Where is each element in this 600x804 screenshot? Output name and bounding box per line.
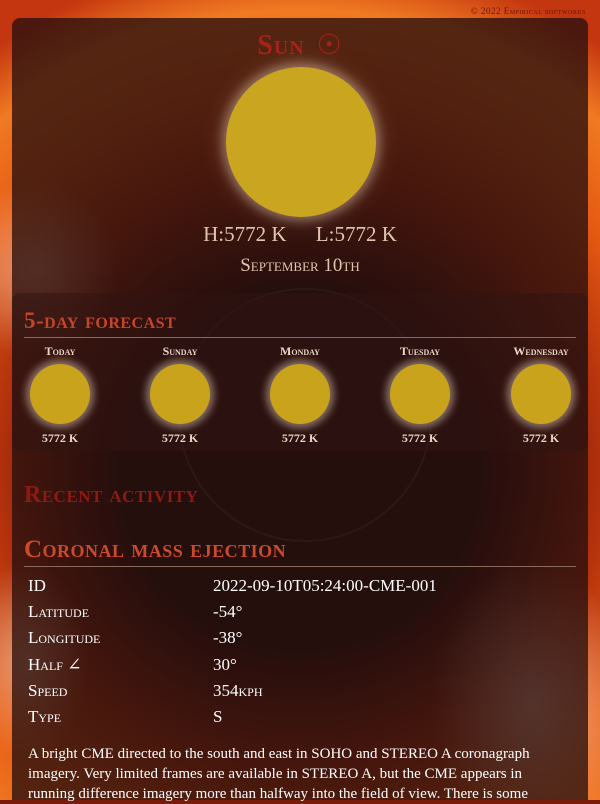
day-temperature: 5772 K — [281, 431, 319, 445]
cme-value: S — [213, 707, 223, 727]
forecast-day: Sunday 5772 K — [125, 344, 235, 446]
day-name: Monday — [280, 344, 320, 358]
cme-row-longitude: Longitude -38° — [28, 625, 568, 651]
sun-disc — [226, 67, 376, 217]
cme-key: Latitude — [28, 602, 90, 622]
sun-disc-icon — [150, 364, 210, 424]
cme-key: ID — [28, 576, 46, 596]
day-name: Sunday — [162, 344, 198, 358]
day-name: Tuesday — [399, 344, 441, 358]
day-temperature: 5772 K — [41, 431, 79, 445]
cme-value: 354kph — [213, 680, 263, 700]
forecast-divider — [24, 337, 576, 338]
sun-symbol-icon: ☉ — [316, 30, 343, 61]
forecast-title: 5-day forecast — [24, 308, 177, 333]
cme-key: Type — [28, 707, 62, 727]
sun-disc-icon — [30, 364, 90, 424]
cme-value: -54° — [213, 602, 243, 622]
cme-row-type: Type S — [28, 704, 568, 730]
recent-activity-title: Recent activity — [24, 482, 199, 508]
cme-row-half-angle: Half ∠ 30° — [28, 652, 568, 678]
cme-value: 30° — [213, 654, 237, 674]
sun-title: Sun — [257, 30, 305, 61]
forecast-day: Today 5772 K — [5, 344, 115, 446]
sun-disc-icon — [270, 364, 330, 424]
image-credit: © 2022 Empirical softworks — [470, 6, 586, 16]
temperature-range: H:5772 K L:5772 K — [0, 222, 600, 247]
day-temperature: 5772 K — [161, 431, 199, 445]
cme-value: 2022-09-10T05:24:00-CME-001 — [213, 576, 437, 596]
cme-title: Coronal mass ejection — [24, 536, 287, 563]
low-temperature: L:5772 K — [315, 222, 397, 246]
current-date: September 10th — [240, 255, 360, 276]
cme-description: A bright CME directed to the south and e… — [28, 746, 530, 802]
cme-divider — [24, 566, 576, 567]
cme-key: Half ∠ — [28, 654, 82, 674]
day-temperature: 5772 K — [522, 431, 560, 445]
cme-value: -38° — [213, 628, 243, 648]
high-temperature: H:5772 K — [203, 222, 287, 246]
day-name: Wednesday — [513, 344, 569, 358]
cme-details-table: ID 2022-09-10T05:24:00-CME-001 Latitude … — [28, 573, 568, 730]
forecast-day: Wednesday 5772 K — [486, 344, 596, 446]
cme-row-latitude: Latitude -54° — [28, 599, 568, 625]
cme-key: Speed — [28, 680, 68, 700]
sun-disc-icon — [511, 364, 571, 424]
sun-heading: Sun ☉ — [0, 28, 600, 62]
forecast-day: Tuesday 5772 K — [365, 344, 475, 446]
sun-disc-icon — [390, 364, 450, 424]
day-temperature: 5772 K — [401, 431, 439, 445]
forecast-day: Monday 5772 K — [245, 344, 355, 446]
cme-row-speed: Speed 354kph — [28, 678, 568, 704]
cme-row-id: ID 2022-09-10T05:24:00-CME-001 — [28, 573, 568, 599]
cme-key: Longitude — [28, 628, 101, 648]
day-name: Today — [44, 344, 76, 358]
